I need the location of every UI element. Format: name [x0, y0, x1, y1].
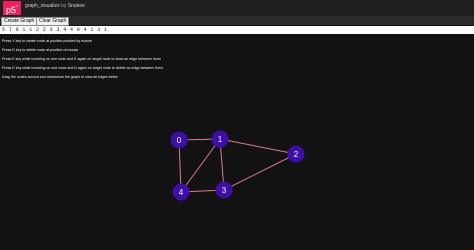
- node-label-0: 0: [177, 136, 182, 145]
- edge-4-1: [180, 138, 221, 193]
- edge-2-3: [223, 153, 297, 191]
- node-label-3: 3: [222, 186, 227, 195]
- edge-1-2: [219, 138, 297, 155]
- graph-canvas[interactable]: 0 1 2 3 4: [0, 0, 474, 250]
- node-label-1: 1: [218, 135, 223, 144]
- node-label-2: 2: [294, 150, 299, 159]
- node-label-4: 4: [179, 188, 184, 197]
